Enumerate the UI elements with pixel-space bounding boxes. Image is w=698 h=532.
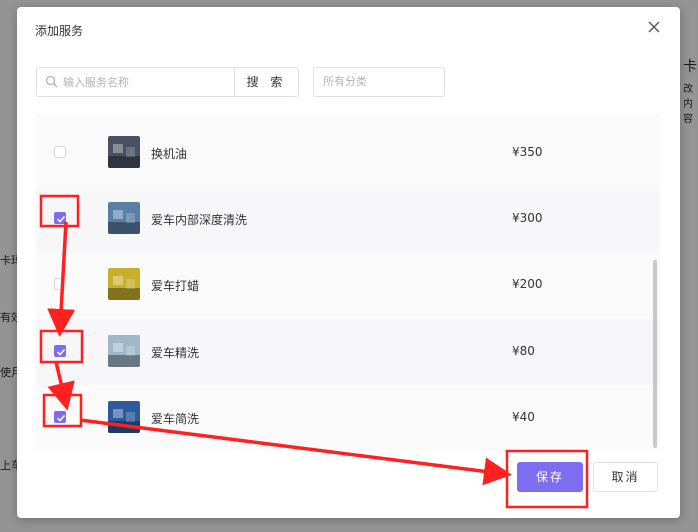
service-thumbnail: [108, 401, 140, 433]
toolbar: 搜 索 所有分类: [36, 67, 656, 97]
service-row[interactable]: 爱车简洗 ¥40: [36, 385, 660, 451]
service-name: 换机油: [151, 147, 188, 161]
search-input[interactable]: [61, 69, 233, 96]
service-price: ¥200: [512, 277, 543, 291]
service-price: ¥350: [512, 145, 543, 159]
service-row[interactable]: 爱车精洗 ¥80: [36, 319, 660, 385]
save-button[interactable]: 保存: [517, 462, 583, 492]
service-thumbnail: [108, 202, 140, 234]
search-button[interactable]: 搜 索: [234, 67, 299, 97]
service-name: 爱车打蜡: [151, 279, 200, 293]
service-checkbox[interactable]: [54, 411, 66, 423]
service-row[interactable]: 换机油 ¥350: [36, 120, 660, 186]
search-box: [36, 67, 235, 97]
service-name: 爱车简洗: [151, 412, 200, 426]
service-thumbnail: [108, 136, 140, 168]
service-name: 爱车精洗: [151, 346, 200, 360]
service-price: ¥80: [512, 344, 535, 358]
service-list[interactable]: 换机油 ¥350 爱车内部深度清洗 ¥300 爱车打蜡 ¥200 爱车精洗 ¥80 爱车简洗 ¥4…: [36, 114, 660, 451]
dialog-header: 添加服务: [17, 7, 680, 51]
search-icon: [45, 75, 58, 88]
add-service-dialog: 添加服务 搜 索 所有分类 换机油 ¥350 爱车内部深度清洗 ¥300 爱车打蜡 ¥20…: [17, 7, 680, 518]
service-checkbox[interactable]: [54, 345, 66, 357]
dialog-title: 添加服务: [35, 24, 84, 38]
cancel-button[interactable]: 取消: [593, 462, 658, 492]
service-row[interactable]: 爱车打蜡 ¥200: [36, 252, 660, 318]
service-price: ¥300: [512, 211, 543, 225]
scrollbar[interactable]: [653, 113, 657, 451]
service-checkbox[interactable]: [54, 278, 66, 290]
scrollbar-thumb[interactable]: [653, 260, 657, 448]
service-thumbnail: [108, 268, 140, 300]
service-checkbox[interactable]: [54, 212, 66, 224]
service-row[interactable]: 爱车内部深度清洗 ¥300: [36, 186, 660, 252]
service-checkbox[interactable]: [54, 146, 66, 158]
service-price: ¥40: [512, 410, 535, 424]
service-name: 爱车内部深度清洗: [151, 213, 248, 227]
close-icon[interactable]: [646, 19, 662, 35]
category-select[interactable]: 所有分类: [313, 67, 445, 97]
service-thumbnail: [108, 335, 140, 367]
